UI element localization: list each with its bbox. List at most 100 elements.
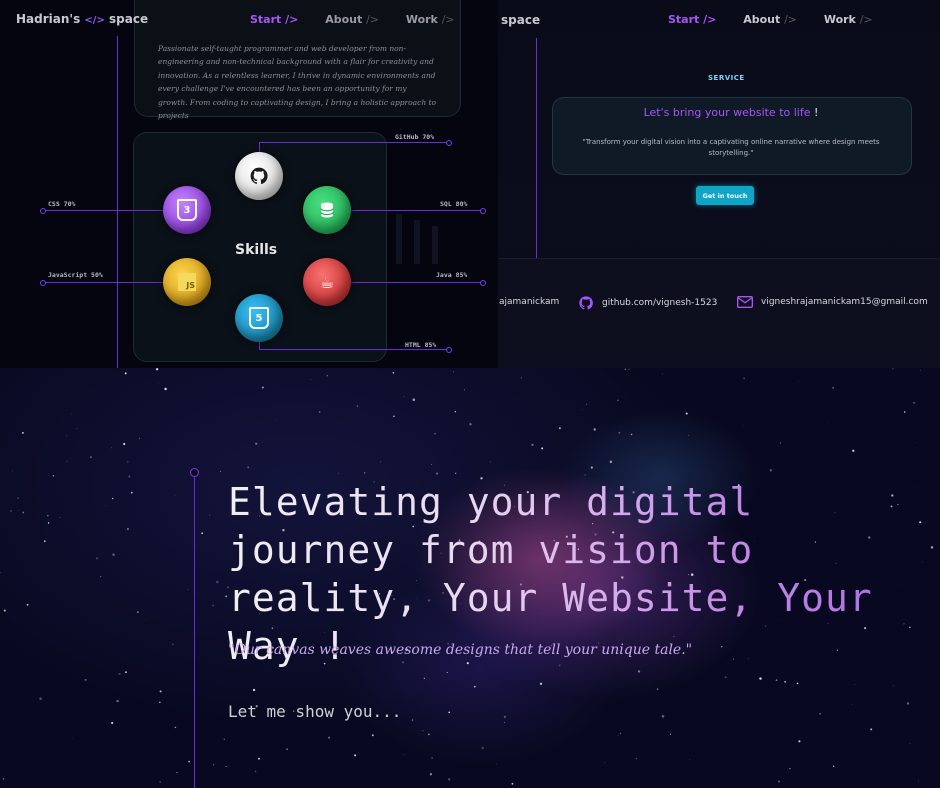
github-text: github.com/vignesh-1523 <box>602 298 718 308</box>
star <box>159 690 162 693</box>
service-title: Let's bring your website to life ! <box>643 106 819 119</box>
skill-html[interactable]: 5 <box>235 294 283 342</box>
star <box>481 746 484 750</box>
star <box>827 421 829 423</box>
skill-label-javascript: JavaScript 50% <box>48 271 103 279</box>
star <box>47 515 49 517</box>
star <box>819 713 821 715</box>
skill-sql[interactable] <box>303 186 351 234</box>
js-icon: JS <box>178 273 196 291</box>
star <box>158 701 161 704</box>
star <box>71 413 72 415</box>
star <box>854 684 856 685</box>
nav-work[interactable]: Work /> <box>406 13 455 26</box>
star <box>39 697 42 700</box>
star <box>620 732 622 734</box>
star <box>463 389 465 391</box>
star <box>423 677 425 679</box>
star <box>310 379 312 380</box>
star <box>9 509 12 512</box>
skill-css[interactable]: 3 <box>163 186 211 234</box>
mail-icon <box>737 296 753 308</box>
skill-javascript[interactable]: JS <box>163 258 211 306</box>
star <box>403 754 405 756</box>
skill-java[interactable]: ☕ <box>303 258 351 306</box>
star <box>159 781 161 783</box>
star <box>743 377 745 380</box>
nav-start[interactable]: Start /> <box>668 13 716 26</box>
star <box>43 540 46 543</box>
star <box>412 398 416 401</box>
star <box>0 571 1 574</box>
github-icon <box>250 167 268 185</box>
star <box>411 719 414 721</box>
hero-timeline-dot <box>190 468 199 477</box>
star <box>95 557 99 560</box>
email-link[interactable]: vigneshrajamanickam15@gmail.com <box>737 295 928 309</box>
service-text: "Transform your digital vision into a ca… <box>582 138 880 157</box>
nav-start[interactable]: Start /> <box>250 13 298 26</box>
connector-css <box>43 210 165 211</box>
nav-about[interactable]: About /> <box>743 13 797 26</box>
code-icon: </> <box>84 15 105 26</box>
site-logo[interactable]: Hadrian's </> space <box>16 12 148 26</box>
main-nav: Start /> About /> Work /> <box>250 13 455 26</box>
star <box>870 728 873 731</box>
star <box>231 684 233 686</box>
star <box>724 676 727 679</box>
star <box>364 472 366 474</box>
skill-label-java: Java 85% <box>436 271 468 279</box>
star <box>796 682 799 685</box>
star <box>434 433 436 435</box>
hero-timeline-line <box>194 472 195 788</box>
star <box>84 678 87 681</box>
star <box>448 711 451 714</box>
portfolio-about-panel: Passionate self-taught programmer and we… <box>0 0 498 368</box>
star <box>637 670 641 673</box>
star <box>112 497 114 500</box>
hero-section: Elevating your digital journey from visi… <box>0 368 940 788</box>
star <box>213 764 215 766</box>
star <box>116 699 119 703</box>
star <box>558 427 561 430</box>
star <box>685 412 688 415</box>
star <box>21 431 24 434</box>
star <box>188 760 190 763</box>
star <box>18 510 19 512</box>
star <box>590 466 593 469</box>
skill-label-html: HTML 85% <box>405 341 437 349</box>
get-in-touch-button[interactable]: Get in touch <box>696 186 754 205</box>
star <box>66 460 68 462</box>
star <box>371 734 374 737</box>
star <box>630 433 633 436</box>
star <box>789 767 791 770</box>
star <box>742 425 744 426</box>
star <box>52 475 55 477</box>
logo-text-suffix: space <box>109 12 149 26</box>
star <box>393 415 395 418</box>
star <box>779 442 781 444</box>
star <box>930 546 934 549</box>
star <box>430 464 432 466</box>
star <box>219 470 222 473</box>
site-logo-partial[interactable]: space <box>501 13 540 27</box>
skill-github[interactable] <box>235 152 283 200</box>
nav-about[interactable]: About /> <box>325 13 379 26</box>
star <box>798 740 801 743</box>
java-icon: ☕ <box>319 272 335 292</box>
css3-icon: 3 <box>177 199 197 221</box>
linkedin-link[interactable]: ajamanickam <box>499 297 559 307</box>
star <box>158 383 159 384</box>
star <box>254 770 257 773</box>
star <box>455 472 457 474</box>
connector-sql <box>350 210 482 211</box>
github-link[interactable]: github.com/vignesh-1523 <box>578 295 717 311</box>
star <box>832 386 835 389</box>
star <box>3 609 6 612</box>
nav-work[interactable]: Work /> <box>824 13 873 26</box>
connector-dot <box>446 347 452 353</box>
hero-cta[interactable]: Let me show you... <box>228 702 401 721</box>
star <box>356 405 359 407</box>
about-text: Passionate self-taught programmer and we… <box>158 44 437 121</box>
star <box>473 685 476 688</box>
